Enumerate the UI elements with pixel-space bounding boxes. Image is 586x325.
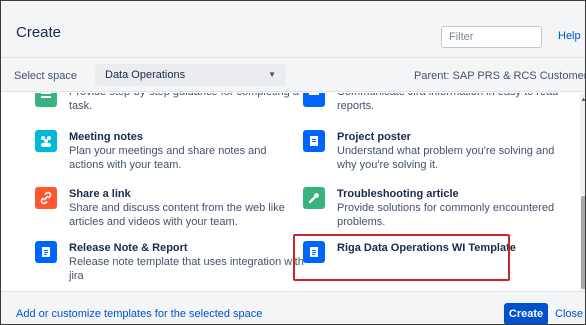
template-name: Share a link <box>69 188 131 200</box>
create-button[interactable]: Create <box>504 303 548 324</box>
template-description: Plan your meetings and share notes and a… <box>69 145 267 171</box>
space-dropdown[interactable]: Data Operations ▼ <box>95 64 286 86</box>
wrench-icon <box>303 187 325 209</box>
template-name: Meeting notes <box>69 131 143 143</box>
space-dropdown-value: Data Operations <box>105 69 186 81</box>
document-icon <box>303 241 325 263</box>
poster-icon <box>303 130 325 152</box>
template-description: Provide step-by-step guidance for comple… <box>69 93 299 112</box>
jira-report-icon <box>303 93 325 107</box>
template-name: Release Note & Report <box>69 242 188 254</box>
template-description: Understand what problem you're solving a… <box>337 145 555 171</box>
filter-input[interactable] <box>441 26 542 48</box>
link-icon <box>35 187 57 209</box>
document-icon <box>35 241 57 263</box>
scroll-thumb[interactable] <box>581 196 585 289</box>
customize-templates-link[interactable]: Add or customize templates for the selec… <box>16 308 262 320</box>
close-link[interactable]: Close <box>555 308 583 320</box>
dialog-title: Create <box>16 24 62 41</box>
dialog-footer: Add or customize templates for the selec… <box>1 291 585 324</box>
help-link[interactable]: Help <box>558 30 581 42</box>
template-description: Provide solutions for commonly encounter… <box>337 202 555 228</box>
people-icon <box>35 130 57 152</box>
space-selector-bar: Select space Data Operations ▼ Parent: S… <box>1 58 585 92</box>
create-dialog: Create Help Select space Data Operations… <box>0 0 586 325</box>
template-description: Release note template that uses integrat… <box>69 256 304 282</box>
caret-down-icon: ▼ <box>268 70 276 79</box>
list-steps-icon <box>35 93 57 107</box>
template-description: Communicate Jira information in easy to … <box>337 93 558 112</box>
scroll-up-icon[interactable]: ▲ <box>580 97 585 104</box>
template-list: Provide step-by-step guidance for comple… <box>1 93 580 291</box>
dialog-header: Create Help <box>1 1 585 58</box>
template-name: Project poster <box>337 131 411 143</box>
template-name: Riga Data Operations WI Template <box>337 242 516 254</box>
parent-page-label: Parent: SAP PRS & RCS Customer Ma... <box>414 70 586 82</box>
template-list-scrollbar[interactable]: ▲ <box>580 93 585 291</box>
template-name: Troubleshooting article <box>337 188 459 200</box>
template-description: Share and discuss content from the web l… <box>69 202 285 228</box>
select-space-label: Select space <box>14 70 77 82</box>
